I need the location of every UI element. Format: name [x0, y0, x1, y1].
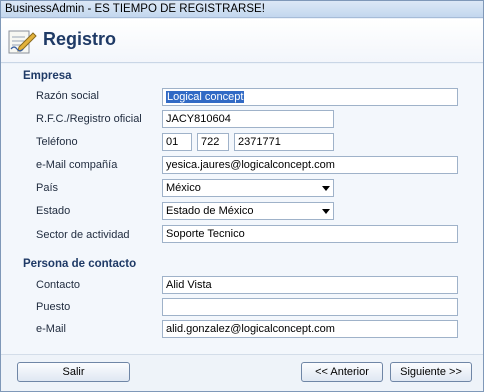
- header-panel: Registro: [1, 19, 483, 63]
- form-body: Empresa Razón social Logical concept R.F…: [1, 64, 483, 354]
- contacto-field[interactable]: Alid Vista: [162, 276, 458, 294]
- chevron-down-icon[interactable]: [322, 209, 330, 214]
- title-bar[interactable]: BusinessAdmin - ES TIEMPO DE REGISTRARSE…: [1, 1, 483, 18]
- estado-select[interactable]: Estado de México: [162, 202, 334, 220]
- window-title: BusinessAdmin - ES TIEMPO DE REGISTRARSE…: [5, 3, 265, 15]
- telefono-label: Teléfono: [36, 136, 78, 148]
- puesto-label: Puesto: [36, 301, 71, 313]
- footer-bar: Salir << Anterior Siguiente >>: [1, 354, 483, 391]
- siguiente-button[interactable]: Siguiente >>: [390, 362, 472, 382]
- registration-window: BusinessAdmin - ES TIEMPO DE REGISTRARSE…: [0, 0, 484, 392]
- pais-value: México: [166, 182, 201, 194]
- razon-social-field[interactable]: Logical concept: [162, 88, 458, 106]
- email-contacto-label: e-Mail: [36, 323, 66, 335]
- pais-label: País: [36, 182, 59, 194]
- email-compania-field[interactable]: yesica.jaures@logicalconcept.com: [162, 156, 458, 174]
- razon-social-value: Logical concept: [166, 91, 245, 103]
- section-empresa: Empresa: [23, 70, 72, 82]
- anterior-button[interactable]: << Anterior: [301, 362, 383, 382]
- telefono-numero-field[interactable]: 2371771: [234, 133, 334, 151]
- pais-select[interactable]: México: [162, 179, 334, 197]
- salir-button[interactable]: Salir: [17, 362, 130, 382]
- rfc-field[interactable]: JACY810604: [162, 110, 334, 128]
- rfc-label: R.F.C./Registro oficial: [36, 113, 142, 125]
- email-contacto-field[interactable]: alid.gonzalez@logicalconcept.com: [162, 320, 458, 338]
- sector-field[interactable]: Soporte Tecnico: [162, 225, 458, 243]
- telefono-area-field[interactable]: 722: [197, 133, 229, 151]
- section-contacto: Persona de contacto: [23, 258, 137, 270]
- telefono-lada-field[interactable]: 01: [162, 133, 192, 151]
- estado-value: Estado de México: [166, 205, 254, 217]
- email-compania-label: e-Mail compañía: [36, 159, 118, 171]
- sector-label: Sector de actividad: [36, 229, 130, 241]
- razon-social-label: Razón social: [36, 90, 99, 102]
- registration-form-icon: [8, 30, 37, 54]
- contacto-label: Contacto: [36, 279, 81, 291]
- puesto-field[interactable]: [162, 298, 458, 316]
- chevron-down-icon[interactable]: [322, 186, 330, 191]
- estado-label: Estado: [36, 205, 71, 217]
- page-title: Registro: [43, 29, 117, 49]
